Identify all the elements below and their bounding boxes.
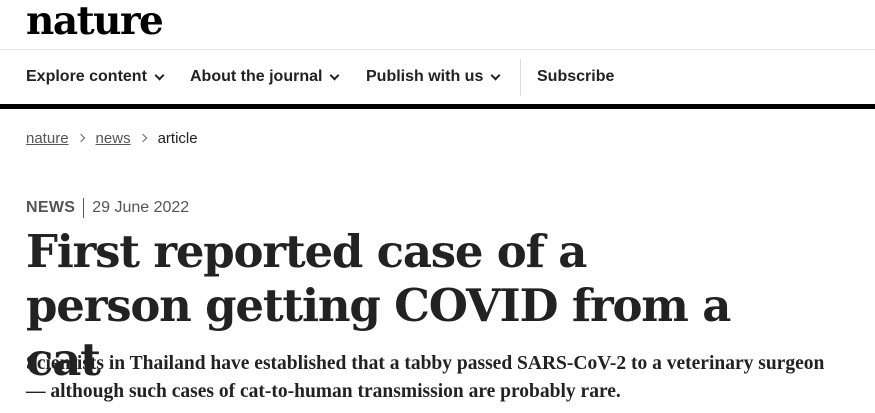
meta-divider <box>83 198 85 218</box>
article-date: 29 June 2022 <box>92 199 190 216</box>
chevron-down-icon <box>490 70 501 80</box>
subscribe-link[interactable]: Subscribe <box>537 50 614 104</box>
nav-publish-with-us-label: Publish with us <box>366 68 484 85</box>
chevron-right-icon <box>76 133 85 143</box>
nav-about-the-journal-label: About the journal <box>190 68 323 85</box>
subscribe-label: Subscribe <box>537 68 615 85</box>
nav-explore-content-label: Explore content <box>26 68 147 85</box>
main-nav: Explore content About the journal Publis… <box>0 50 875 104</box>
nav-bottom-rule <box>0 104 875 109</box>
breadcrumb-item-news[interactable]: news <box>96 130 131 147</box>
chevron-down-icon <box>154 70 165 80</box>
chevron-down-icon <box>329 70 340 80</box>
chevron-right-icon <box>138 133 147 143</box>
nav-about-the-journal[interactable]: About the journal <box>190 50 340 104</box>
nav-publish-with-us[interactable]: Publish with us <box>366 50 501 104</box>
site-logo[interactable]: nature <box>26 0 164 44</box>
nav-explore-content[interactable]: Explore content <box>26 50 165 104</box>
article-meta: NEWS 29 June 2022 <box>26 197 189 219</box>
breadcrumb: nature news article <box>26 127 198 149</box>
breadcrumb-item-nature[interactable]: nature <box>26 130 69 147</box>
nav-divider <box>520 59 521 96</box>
article-type[interactable]: NEWS <box>26 199 75 217</box>
breadcrumb-item-article: article <box>157 129 198 147</box>
article-standfirst: Scientists in Thailand have established … <box>26 353 825 402</box>
brand-bar: nature <box>0 0 875 50</box>
